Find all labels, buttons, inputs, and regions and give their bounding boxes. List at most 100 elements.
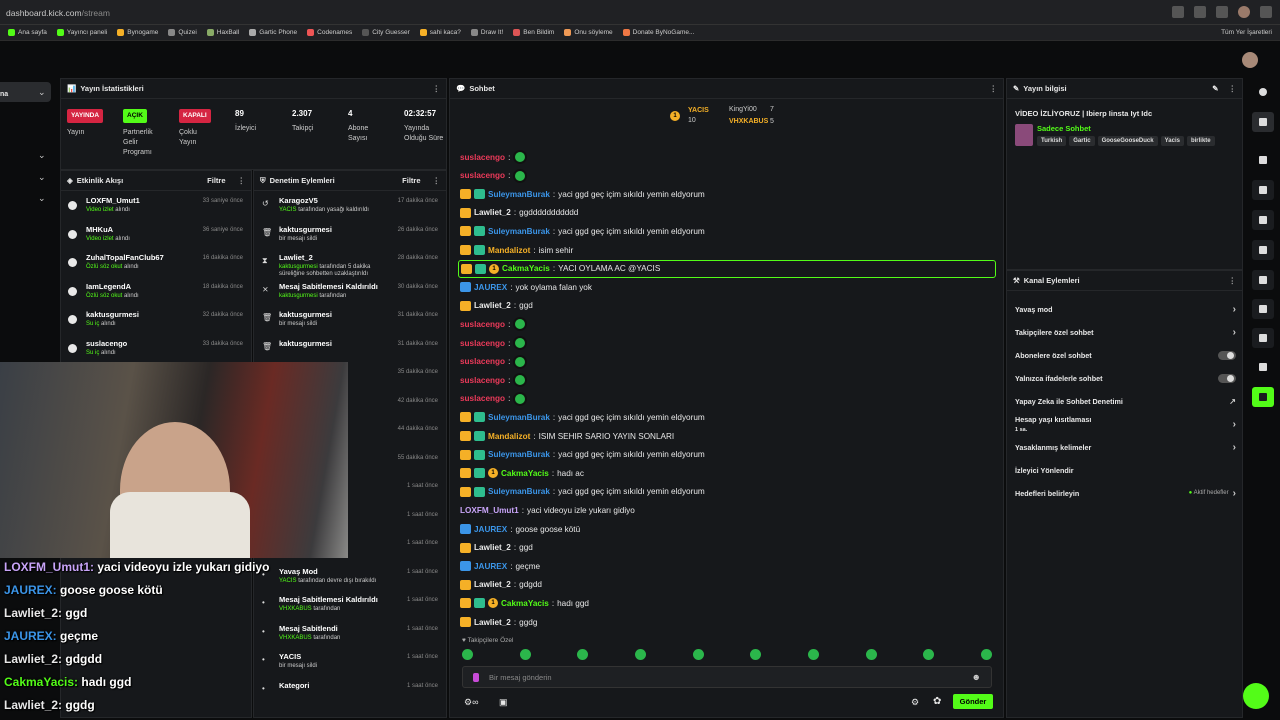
chat-username[interactable]: JAUREX: [474, 283, 507, 292]
link-icon[interactable]: [1252, 270, 1274, 290]
channel-action-item[interactable]: Yalnızca ifadelerle sohbet: [1007, 367, 1244, 389]
wrench-icon[interactable]: [1252, 328, 1274, 348]
emote-icon[interactable]: [462, 649, 473, 660]
more-icon[interactable]: ⋮: [1229, 84, 1237, 93]
all-bookmarks[interactable]: Tüm Yer İşaretleri: [1221, 29, 1272, 36]
chat-input[interactable]: Bir mesaj gönderin ☻: [462, 666, 992, 688]
activity-username[interactable]: IamLegendA: [86, 282, 131, 291]
user-avatar[interactable]: [1242, 52, 1258, 68]
gift-icon[interactable]: ▣: [499, 697, 508, 708]
bookmark-item[interactable]: Draw It!: [470, 29, 503, 36]
more-icon[interactable]: ⋮: [433, 176, 441, 185]
more-icon[interactable]: ⋮: [433, 84, 441, 93]
emote-icon[interactable]: [692, 649, 704, 660]
pinned-users-icon[interactable]: ⚙∞: [464, 697, 478, 708]
star-icon[interactable]: [1172, 6, 1184, 18]
chat-widget-icon[interactable]: [1252, 240, 1274, 260]
mic-icon[interactable]: [473, 673, 479, 682]
stream-tag[interactable]: Yacis: [1160, 136, 1184, 146]
emote-picker-icon[interactable]: ✿: [933, 696, 941, 707]
bookmark-item[interactable]: Gartic Phone: [249, 29, 297, 36]
chat-username[interactable]: CakmaYacis: [501, 469, 549, 478]
lightning-icon[interactable]: [1252, 180, 1274, 200]
stream-tag[interactable]: Gartic: [1069, 136, 1095, 146]
more-icon[interactable]: ⋮: [990, 84, 998, 93]
nav-item-active[interactable]: na ⌄: [0, 82, 51, 102]
chat-username[interactable]: SuleymanBurak: [488, 227, 550, 236]
chat-username[interactable]: SuleymanBurak: [488, 487, 550, 496]
chat-username[interactable]: Mandalizot: [488, 432, 530, 441]
chat-username[interactable]: suslacengo: [460, 339, 505, 348]
chevron-down-icon[interactable]: ⌄: [38, 193, 46, 204]
stream-tag[interactable]: Turkish: [1037, 136, 1067, 146]
activity-username[interactable]: MHKuA: [86, 225, 113, 234]
chat-username[interactable]: suslacengo: [460, 153, 505, 162]
emote-icon[interactable]: [980, 649, 992, 660]
bookmark-item[interactable]: Donate ByNoGame...: [622, 29, 694, 36]
chat-username[interactable]: LOXFM_Umut1: [460, 506, 519, 515]
stream-tag[interactable]: birlikte: [1186, 136, 1215, 146]
chat-username[interactable]: SuleymanBurak: [488, 190, 550, 199]
chat-username[interactable]: Lawliet_2: [474, 301, 511, 310]
emote-icon[interactable]: [865, 649, 877, 660]
chat-username[interactable]: Mandalizot: [488, 246, 530, 255]
chevron-down-icon[interactable]: ⌄: [38, 172, 46, 183]
activity-username[interactable]: suslacengo: [86, 339, 127, 348]
chat-username[interactable]: suslacengo: [460, 171, 505, 180]
chat-username[interactable]: JAUREX: [474, 525, 507, 534]
settings-icon[interactable]: ⚙: [911, 697, 919, 708]
bookmark-item[interactable]: Ben Bildim: [513, 29, 554, 36]
bookmark-item[interactable]: sahi kaca?: [419, 29, 461, 36]
channel-action-item[interactable]: Abonelere özel sohbet: [1007, 344, 1244, 366]
emote-icon[interactable]: [750, 649, 762, 660]
chat-username[interactable]: suslacengo: [460, 320, 505, 329]
bot-icon[interactable]: [1252, 387, 1274, 407]
bookmark-item[interactable]: Yayıncı paneli: [56, 29, 107, 36]
chat-username[interactable]: Lawliet_2: [474, 208, 511, 217]
stream-tag[interactable]: GooseGooseDuck: [1097, 136, 1158, 146]
emoji-icon[interactable]: ☻: [972, 672, 981, 682]
bookmark-item[interactable]: Codenames: [307, 29, 352, 36]
menu-icon[interactable]: [1260, 6, 1272, 18]
bookmark-item[interactable]: City Guesser: [362, 29, 410, 36]
channel-action-item[interactable]: Yasaklanmış kelimeler ›: [1007, 436, 1244, 458]
channel-action-item[interactable]: Yavaş mod ›: [1007, 298, 1244, 320]
download-icon[interactable]: [1216, 6, 1228, 18]
chat-username[interactable]: SuleymanBurak: [488, 413, 550, 422]
more-icon[interactable]: ⋮: [238, 176, 246, 185]
emote-icon[interactable]: [634, 649, 646, 660]
chat-username[interactable]: Lawliet_2: [474, 580, 511, 589]
chat-username[interactable]: SuleymanBurak: [488, 450, 550, 459]
bookmark-item[interactable]: Onu söyleme: [564, 29, 613, 36]
activity-username[interactable]: ZuhalTopalFanClub67: [86, 253, 164, 262]
share-icon[interactable]: [1252, 357, 1274, 377]
category-name[interactable]: Sadece Sohbet: [1037, 124, 1091, 133]
filter-button[interactable]: Filtre: [207, 176, 225, 185]
activity-username[interactable]: LOXFM_Umut1: [86, 196, 140, 205]
emote-icon[interactable]: [519, 649, 531, 660]
channel-action-item[interactable]: Hedefleri belirleyin ● Aktif hedefler ›: [1007, 482, 1244, 504]
chat-username[interactable]: suslacengo: [460, 376, 505, 385]
chevron-down-icon[interactable]: ⌄: [38, 150, 46, 161]
toggle-switch[interactable]: [1218, 350, 1236, 360]
channel-action-item[interactable]: Yapay Zeka ile Sohbet Denetimi ↗: [1007, 390, 1244, 412]
bookmark-item[interactable]: Bynogame: [117, 29, 158, 36]
chat-username[interactable]: Lawliet_2: [474, 618, 511, 627]
help-chat-button[interactable]: [1243, 683, 1269, 709]
chat-username[interactable]: suslacengo: [460, 357, 505, 366]
emote-icon[interactable]: [923, 649, 935, 660]
bookmark-item[interactable]: Quizei: [168, 29, 197, 36]
more-icon[interactable]: ⋮: [1229, 276, 1237, 285]
bookmark-item[interactable]: HaxBall: [206, 29, 239, 36]
address-bar[interactable]: dashboard.kick.com/stream: [6, 8, 110, 18]
channel-action-item[interactable]: Hesap yaşı kısıtlaması 1 sa. ›: [1007, 413, 1244, 435]
send-button[interactable]: Gönder: [953, 694, 993, 709]
edit-icon[interactable]: ✎: [1212, 84, 1218, 93]
channel-action-item[interactable]: Takipçilere özel sohbet ›: [1007, 321, 1244, 343]
chat-username[interactable]: JAUREX: [474, 562, 507, 571]
emote-icon[interactable]: [807, 649, 819, 660]
filter-button[interactable]: Filtre: [402, 176, 420, 185]
focus-icon[interactable]: [1252, 150, 1274, 170]
chat-username[interactable]: Lawliet_2: [474, 543, 511, 552]
bookmark-item[interactable]: Ana sayfa: [8, 29, 47, 36]
